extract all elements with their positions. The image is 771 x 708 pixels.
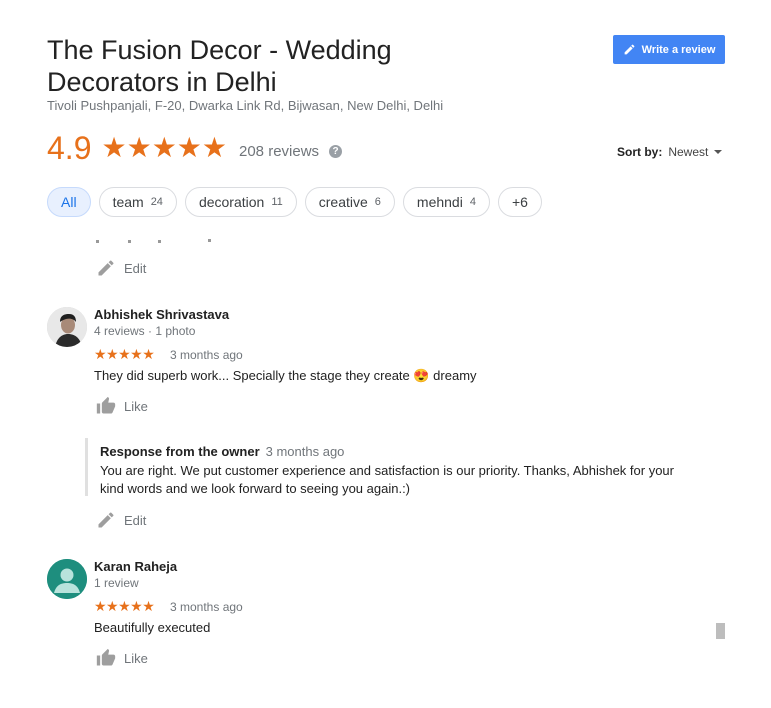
write-review-button[interactable]: Write a review	[613, 35, 725, 64]
sort-label: Sort by:	[617, 145, 663, 159]
pencil-icon	[98, 260, 114, 276]
thumbs-up-icon	[96, 396, 116, 414]
reviewer-name[interactable]: Abhishek Shrivastava	[94, 307, 229, 322]
owner-response-time: 3 months ago	[265, 444, 345, 459]
topic-chips: All team 24 decoration 11 creative 6 mehndi…	[47, 187, 542, 217]
clipped-text-fragment	[96, 238, 226, 244]
sort-value: Newest	[668, 145, 709, 159]
business-address: Tivoli Pushpanjali, F-20, Dwarka Link Rd…	[47, 98, 444, 113]
like-label: Like	[124, 650, 148, 666]
review-text: Beautifully executed	[94, 620, 211, 635]
chip-label: creative	[318, 194, 368, 210]
chip-creative[interactable]: creative 6	[304, 187, 395, 217]
owner-response-header: Response from the owner 3 months ago	[100, 444, 344, 459]
avatar[interactable]	[47, 559, 87, 599]
review-count[interactable]: 208 reviews	[239, 143, 319, 160]
chip-label: All	[61, 194, 77, 210]
business-title: The Fusion Decor - Wedding Decorators in…	[47, 34, 507, 98]
edit-button[interactable]: Edit	[96, 258, 146, 278]
chip-label: decoration	[198, 194, 265, 210]
business-title-line2: Decorators in Delhi	[47, 67, 277, 97]
business-title-line1: The Fusion Decor - Wedding	[47, 35, 392, 65]
like-button[interactable]: Like	[96, 648, 148, 668]
chip-count: 11	[271, 196, 283, 208]
chip-label: mehndi	[416, 194, 463, 210]
review-time: 3 months ago	[170, 348, 243, 362]
owner-response-label: Response from the owner	[100, 444, 260, 459]
like-button[interactable]: Like	[96, 396, 148, 416]
pencil-icon	[98, 512, 114, 528]
pencil-icon	[624, 44, 634, 55]
edit-label: Edit	[124, 512, 147, 528]
sort-dropdown[interactable]: Sort by: Newest	[617, 145, 723, 159]
chip-more[interactable]: +6	[497, 187, 542, 217]
edit-label: Edit	[124, 260, 147, 276]
help-icon[interactable]: ?	[329, 144, 343, 158]
rating-summary: 4.9 ★★★★★ 208 reviews ?	[47, 130, 343, 166]
review-text: They did superb work... Specially the st…	[94, 368, 477, 383]
write-review-label: Write a review	[641, 43, 716, 56]
chip-label: +6	[511, 194, 528, 210]
user-icon	[47, 559, 87, 599]
reviewer-meta: 1 review	[94, 576, 139, 590]
chip-count: 4	[469, 196, 476, 208]
chip-count: 24	[150, 196, 163, 208]
chip-count: 6	[374, 196, 381, 208]
like-label: Like	[124, 398, 148, 414]
chip-label: team	[112, 194, 144, 210]
reviewer-meta: 4 reviews · 1 photo	[94, 324, 196, 338]
chip-team[interactable]: team 24	[98, 187, 177, 217]
review-stars: ★★★★★	[94, 346, 155, 362]
edit-button[interactable]: Edit	[96, 510, 146, 530]
chip-decoration[interactable]: decoration 11	[184, 187, 297, 217]
user-photo-icon	[47, 307, 87, 347]
rating-stars: ★★★★★	[101, 132, 227, 163]
avatar[interactable]	[47, 307, 87, 347]
chip-all[interactable]: All	[47, 187, 91, 217]
review-stars: ★★★★★	[94, 598, 155, 614]
review-time: 3 months ago	[170, 600, 243, 614]
caret-down-icon	[714, 150, 723, 154]
chip-mehndi[interactable]: mehndi 4	[402, 187, 490, 217]
scrollbar-thumb[interactable]	[716, 623, 725, 639]
reviewer-name[interactable]: Karan Raheja	[94, 559, 177, 574]
thumbs-up-icon	[96, 648, 116, 666]
rating-value: 4.9	[47, 130, 92, 166]
owner-response-text: You are right. We put customer experienc…	[100, 463, 674, 496]
